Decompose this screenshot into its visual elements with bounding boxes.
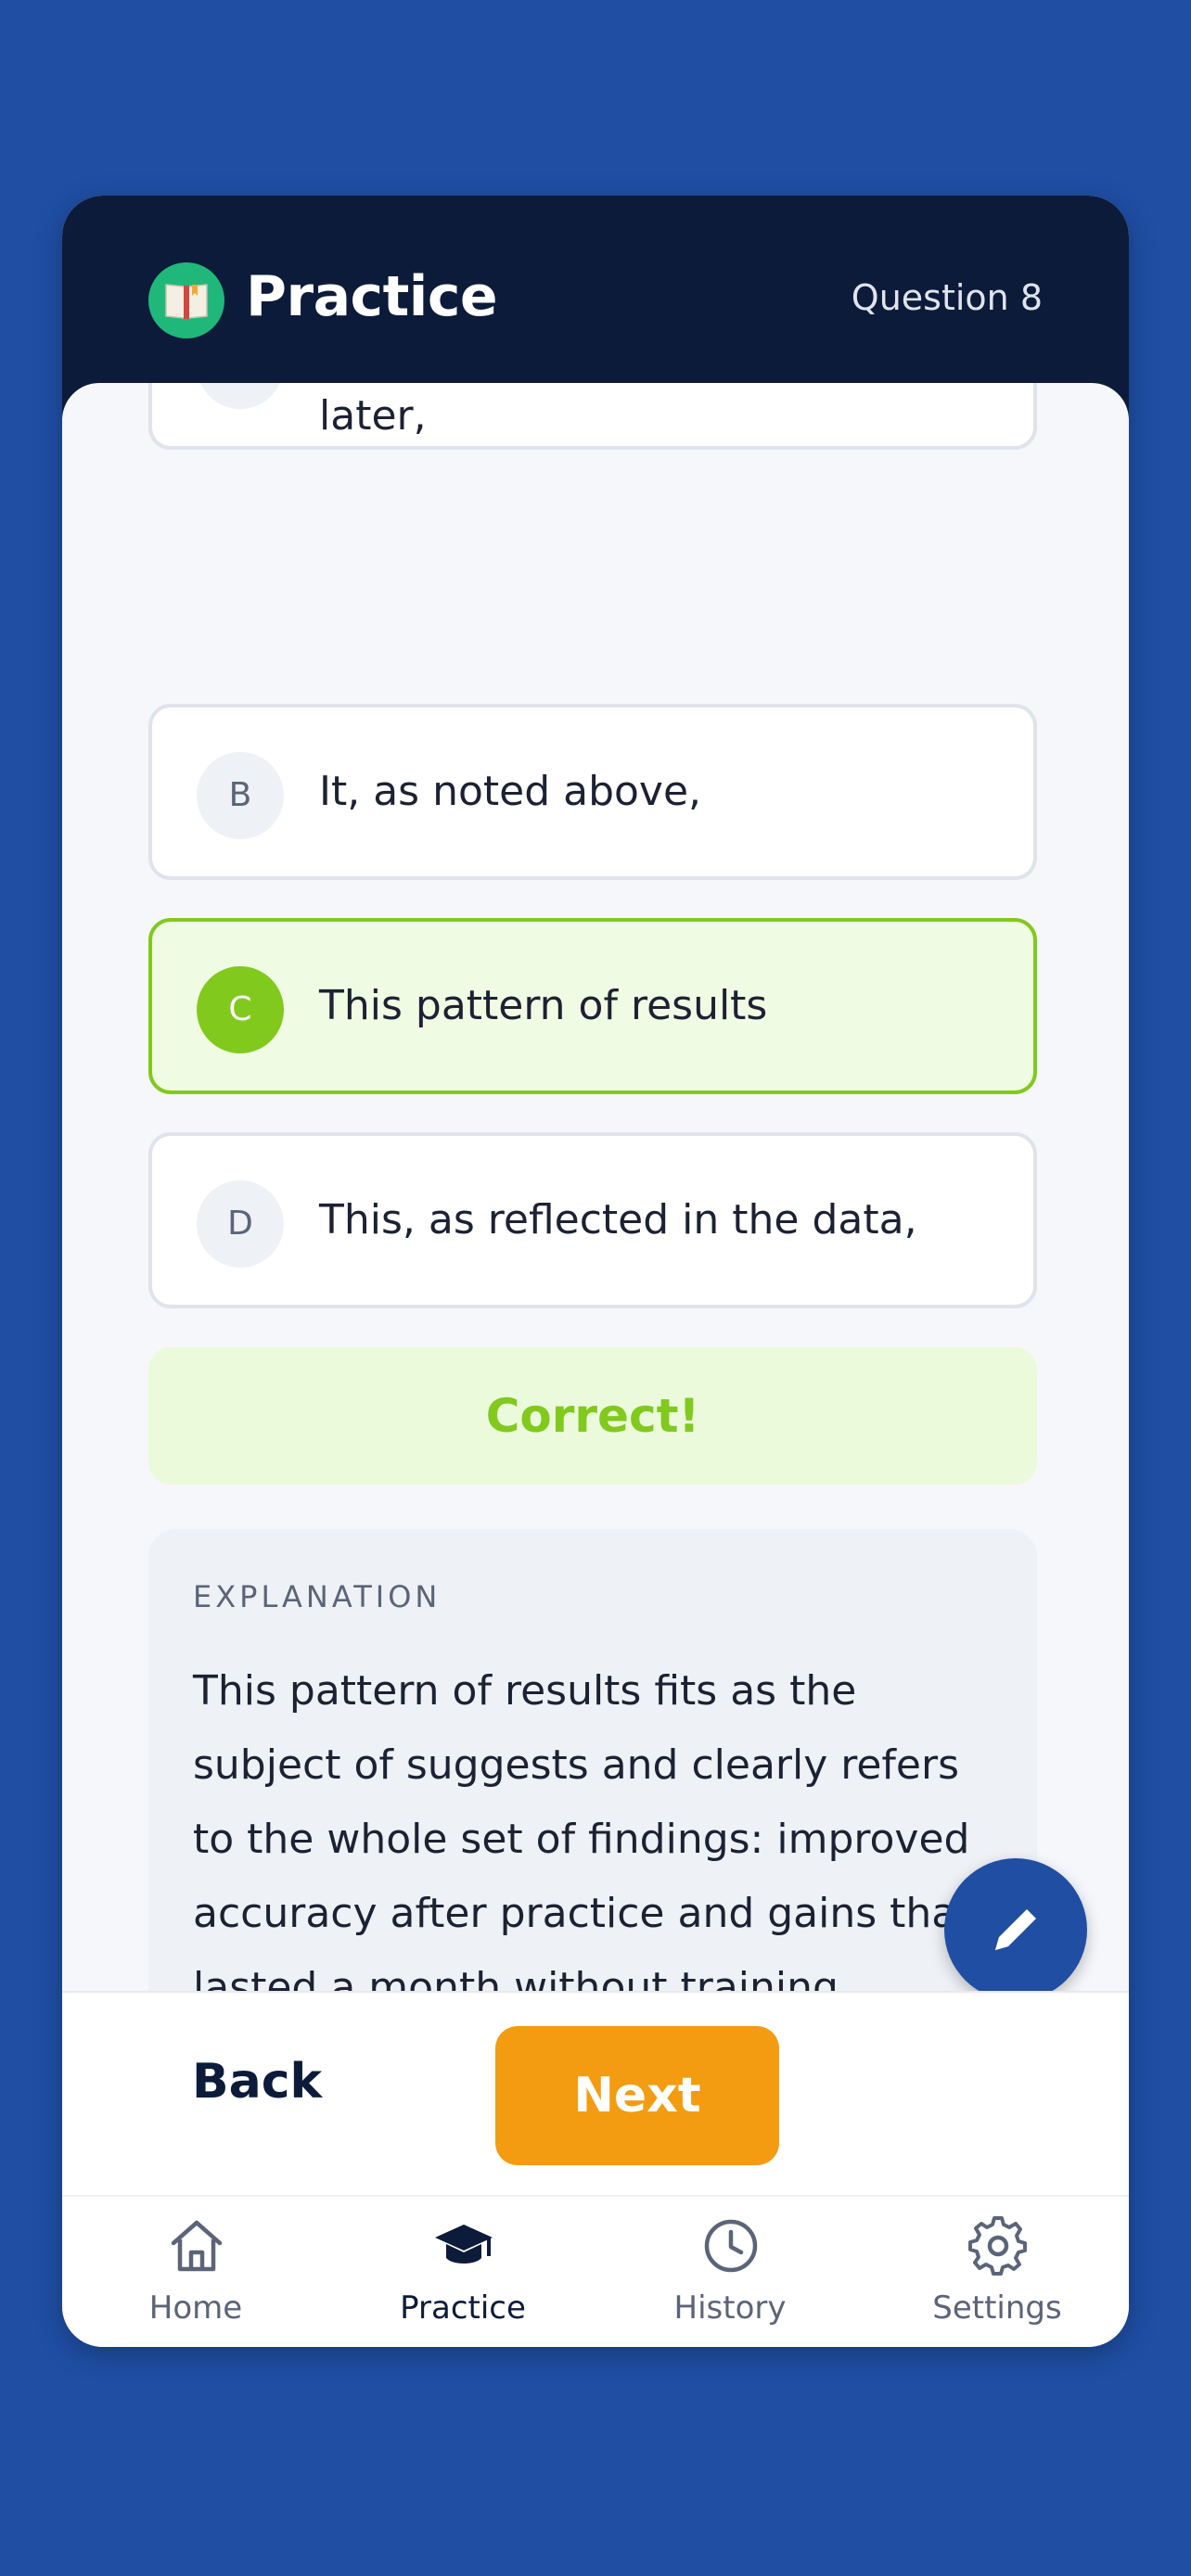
option-letter: D <box>197 1180 284 1268</box>
option-text: This pattern of results <box>319 982 768 1029</box>
option-letter: C <box>197 966 284 1053</box>
open-book-icon <box>148 262 224 338</box>
app-window: Practice Question 8 A later, B It, as no… <box>62 196 1129 2347</box>
clock-icon <box>704 2219 758 2273</box>
answer-option-b[interactable]: B It, as noted above, <box>148 704 1037 880</box>
option-letter: B <box>197 752 284 839</box>
explanation-text: This pattern of results fits as the subj… <box>193 1667 973 1992</box>
back-button[interactable]: Back <box>192 2054 322 2110</box>
tab-history[interactable]: History <box>596 2197 864 2347</box>
tab-home[interactable]: Home <box>62 2197 329 2347</box>
explanation-label: EXPLANATION <box>193 1579 442 1614</box>
tab-label: History <box>673 2289 787 2327</box>
graduation-cap-icon <box>435 2225 493 2264</box>
tab-settings[interactable]: Settings <box>864 2197 1129 2347</box>
answer-option-c[interactable]: C This pattern of results <box>148 918 1037 1094</box>
question-content: A later, B It, as noted above, C This pa… <box>62 383 1129 1992</box>
tab-label: Home <box>148 2289 243 2327</box>
option-letter: A <box>197 383 284 409</box>
tab-label: Settings <box>932 2289 1062 2327</box>
gear-icon <box>968 2216 1027 2276</box>
option-text: later, <box>319 392 427 440</box>
action-bar: Back Next <box>62 1991 1129 2197</box>
page-title: Practice <box>246 264 498 329</box>
tab-label: Practice <box>400 2289 526 2327</box>
option-text: This, as reflected in the data, <box>319 1196 917 1243</box>
next-button[interactable]: Next <box>495 2026 779 2165</box>
home-icon <box>171 2220 223 2272</box>
feedback-banner: Correct! <box>148 1347 1037 1485</box>
answer-option-a[interactable]: A later, <box>148 383 1037 450</box>
pencil-icon <box>995 1909 1036 1950</box>
question-number: Question 8 <box>851 277 1043 318</box>
option-text: It, as noted above, <box>319 768 702 815</box>
edit-fab-button[interactable] <box>944 1858 1087 2001</box>
answer-option-d[interactable]: D This, as reflected in the data, <box>148 1132 1037 1308</box>
bottom-tab-bar: Home Practice History Settings <box>62 2195 1129 2347</box>
tab-practice[interactable]: Practice <box>329 2197 596 2347</box>
explanation-card: EXPLANATION This pattern of results fits… <box>148 1529 1037 1992</box>
